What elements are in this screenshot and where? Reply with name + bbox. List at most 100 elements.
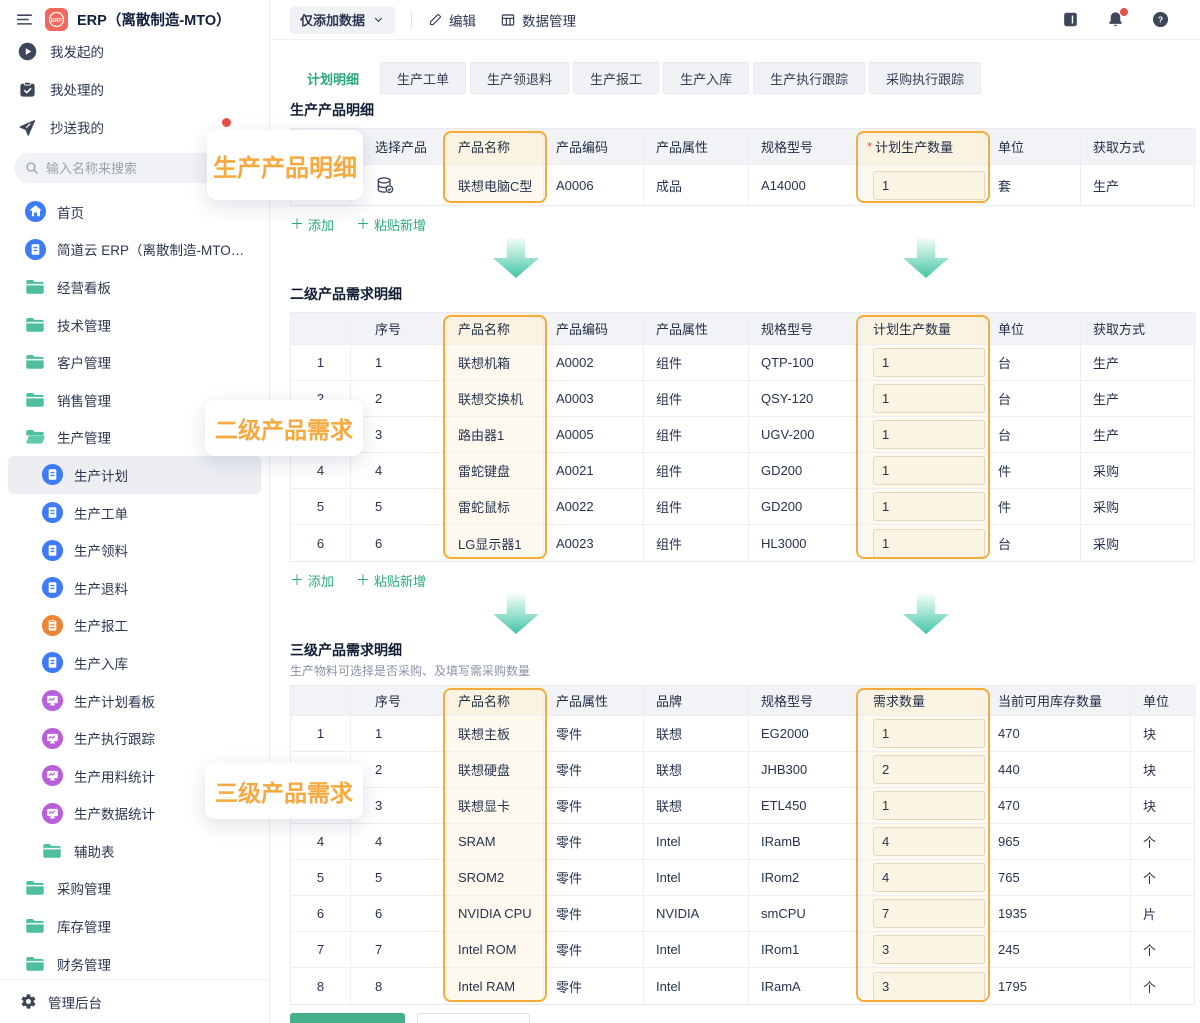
qty-input[interactable] xyxy=(873,171,985,200)
qty-input[interactable] xyxy=(873,420,985,449)
select-product-icon[interactable] xyxy=(375,175,395,195)
tab-4[interactable]: 生产入库 xyxy=(663,62,749,94)
edit-button[interactable]: 编辑 xyxy=(428,10,476,30)
sidebar-item-12[interactable]: 生产入库 xyxy=(8,644,261,682)
qty-input[interactable] xyxy=(873,935,985,964)
qty-input[interactable] xyxy=(873,492,985,521)
cell-text: 联想电脑C型 xyxy=(458,176,532,195)
folder-icon xyxy=(40,840,64,862)
sidebar-item-admin[interactable]: 管理后台 xyxy=(0,979,269,1023)
cell-text: 零件 xyxy=(556,940,582,959)
sidebar-nav: 首页简道云 ERP（离散制造-MTO）...经营看板技术管理客户管理销售管理生产… xyxy=(0,193,269,979)
table-cell: 组件 xyxy=(644,453,749,488)
qty-input[interactable] xyxy=(873,863,985,892)
row-index: 7 xyxy=(291,932,351,967)
cell-text: 雷蛇鼠标 xyxy=(458,497,510,516)
monitor-icon xyxy=(40,727,64,750)
table-cell: 联想 xyxy=(644,716,749,751)
qty-input[interactable] xyxy=(873,348,985,377)
sidebar-item-20[interactable]: 财务管理 xyxy=(8,945,261,979)
sidebar-item-label: 生产执行跟踪 xyxy=(74,728,161,748)
quick-item-1[interactable]: 我处理的 xyxy=(0,70,269,108)
submit-button[interactable]: 提交 xyxy=(290,1013,405,1023)
column-header: 规格型号 xyxy=(749,686,861,715)
tab-2[interactable]: 生产领退料 xyxy=(470,62,569,94)
cell-text: 零件 xyxy=(556,904,582,923)
qty-input[interactable] xyxy=(873,972,985,1001)
add-row-link[interactable]: ＋添加 xyxy=(290,570,334,590)
section-subtitle: 生产物料可选择是否采购、及填写需采购数量 xyxy=(290,662,1200,679)
tab-1[interactable]: 生产工单 xyxy=(380,62,466,94)
row-index: 1 xyxy=(291,716,351,751)
table-cell: 台 xyxy=(986,525,1081,561)
qty-input[interactable] xyxy=(873,719,985,748)
mode-dropdown[interactable]: 仅添加数据 xyxy=(290,6,395,34)
quick-item-label: 抄送我的 xyxy=(50,117,104,137)
monitor-icon xyxy=(40,689,64,712)
app-title: ERP（离散制造-MTO） xyxy=(77,9,231,30)
hamburger-menu-icon[interactable] xyxy=(12,10,36,29)
qty-input[interactable] xyxy=(873,529,985,558)
row-index: 8 xyxy=(291,968,351,1004)
add-row-link[interactable]: ＋添加 xyxy=(290,214,334,234)
table-row: 77Intel ROM零件IntelIRom1245个 xyxy=(291,932,1194,968)
qty-input[interactable] xyxy=(873,456,985,485)
cell-text: 245 xyxy=(998,942,1020,957)
tab-5[interactable]: 生产执行跟踪 xyxy=(753,62,865,94)
panel-icon[interactable] xyxy=(1061,10,1080,29)
quick-item-0[interactable]: 我发起的 xyxy=(0,32,269,70)
sidebar-item-label: 简道云 ERP（离散制造-MTO）... xyxy=(57,239,261,259)
paste-add-link[interactable]: ＋粘贴新增 xyxy=(356,214,426,234)
sidebar-item-2[interactable]: 经营看板 xyxy=(8,268,261,306)
column-header: 产品编码 xyxy=(544,313,644,344)
sidebar-item-11[interactable]: 生产报工 xyxy=(8,607,261,645)
table-cell: 生产 xyxy=(1081,165,1196,205)
cell-text: 765 xyxy=(998,870,1020,885)
sidebar-item-18[interactable]: 采购管理 xyxy=(8,870,261,908)
sidebar-item-13[interactable]: 生产计划看板 xyxy=(8,682,261,720)
sidebar-item-17[interactable]: 辅助表 xyxy=(8,832,261,870)
tab-0[interactable]: 计划明细 xyxy=(290,62,376,94)
task-icon xyxy=(15,80,39,99)
sidebar-item-7[interactable]: 生产计划 xyxy=(8,456,261,494)
bell-icon[interactable] xyxy=(1106,10,1125,29)
cell-text: 联想显卡 xyxy=(458,796,510,815)
form-footer-buttons: 提交 保存草稿 xyxy=(290,1013,1200,1023)
qty-input[interactable] xyxy=(873,384,985,413)
cell-text: LG显示器1 xyxy=(458,534,522,553)
table-cell: 联想显卡 xyxy=(446,788,544,823)
table-cell: 965 xyxy=(986,824,1131,859)
table-cell: GD200 xyxy=(749,489,861,524)
cell-text: Intel xyxy=(656,834,681,849)
qty-input[interactable] xyxy=(873,755,985,784)
tab-6[interactable]: 采购执行跟踪 xyxy=(869,62,981,94)
cell-text: A0023 xyxy=(556,536,594,551)
section-title: 三级产品需求明细 xyxy=(290,640,1200,660)
sidebar-item-1[interactable]: 简道云 ERP（离散制造-MTO）... xyxy=(8,231,261,269)
sidebar-item-9[interactable]: 生产领料 xyxy=(8,531,261,569)
cell-text: 4 xyxy=(375,463,382,478)
form-content: 计划明细生产工单生产领退料生产报工生产入库生产执行跟踪采购执行跟踪 生产产品明细… xyxy=(270,40,1200,1023)
cell-text: SROM2 xyxy=(458,870,504,885)
paste-add-link[interactable]: ＋粘贴新增 xyxy=(356,570,426,590)
qty-input[interactable] xyxy=(873,899,985,928)
help-icon[interactable]: ? xyxy=(1151,10,1170,29)
save-draft-button[interactable]: 保存草稿 xyxy=(417,1013,530,1023)
column-header: 单位 xyxy=(986,313,1081,344)
data-manage-button[interactable]: 数据管理 xyxy=(500,10,576,30)
sidebar-item-10[interactable]: 生产退料 xyxy=(8,569,261,607)
table-cell: 生产 xyxy=(1081,417,1196,452)
table-cell: 件 xyxy=(986,453,1081,488)
sidebar-item-14[interactable]: 生产执行跟踪 xyxy=(8,719,261,757)
sidebar-item-19[interactable]: 库存管理 xyxy=(8,907,261,945)
cell-text: EG2000 xyxy=(761,726,809,741)
table-cell xyxy=(861,896,986,931)
column-header: 产品名称 xyxy=(446,313,544,344)
sidebar-item-4[interactable]: 客户管理 xyxy=(8,343,261,381)
qty-input[interactable] xyxy=(873,827,985,856)
tab-3[interactable]: 生产报工 xyxy=(573,62,659,94)
folder-icon xyxy=(23,351,47,373)
sidebar-item-3[interactable]: 技术管理 xyxy=(8,306,261,344)
qty-input[interactable] xyxy=(873,791,985,820)
sidebar-item-8[interactable]: 生产工单 xyxy=(8,494,261,532)
